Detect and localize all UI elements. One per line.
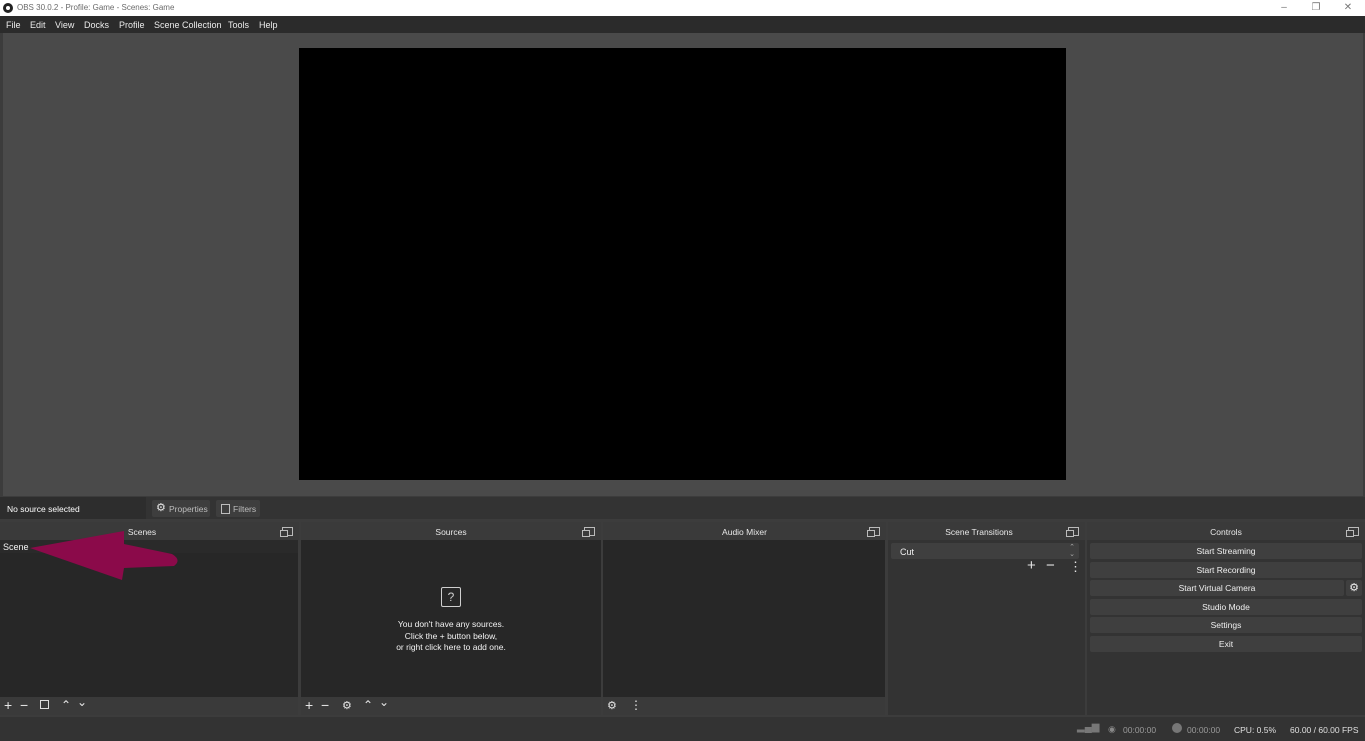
remove-icon[interactable]: − xyxy=(20,698,28,712)
sources-toolbar: + − ⚙ ⌃ ⌄ xyxy=(301,696,601,715)
annotation-arrow-icon xyxy=(30,531,178,580)
close-icon[interactable]: ✕ xyxy=(1341,1,1355,15)
undock-icon[interactable] xyxy=(582,527,595,537)
sources-list[interactable]: ? You don't have any sources. Click the … xyxy=(301,540,601,697)
virtual-camera-gear-icon[interactable]: ⚙ xyxy=(1346,580,1362,596)
title-bar: OBS 30.0.2 - Profile: Game - Scenes: Gam… xyxy=(0,0,1365,16)
add-icon[interactable]: + xyxy=(305,698,313,712)
menu-bar: File Edit View Docks Profile Scene Colle… xyxy=(0,16,1365,33)
scene-transitions-dock-header: Scene Transitions xyxy=(888,522,1085,540)
move-down-icon[interactable]: ⌄ xyxy=(379,696,389,708)
undock-icon[interactable] xyxy=(1346,527,1359,537)
audio-mixer-title: Audio Mixer xyxy=(722,527,767,537)
menu-docks[interactable]: Docks xyxy=(84,20,109,30)
properties-label: Properties xyxy=(169,504,208,514)
settings-button[interactable]: Settings xyxy=(1090,617,1362,633)
signal-bars-icon: ▂▄▆ xyxy=(1077,722,1100,733)
audio-mixer-toolbar: ⚙ ⋮ xyxy=(603,697,885,715)
undock-icon[interactable] xyxy=(280,527,293,537)
transition-properties-icon[interactable]: ⋮ xyxy=(1069,560,1082,573)
menu-file[interactable]: File xyxy=(6,20,21,30)
transition-value: Cut xyxy=(900,547,915,557)
minimize-icon[interactable]: – xyxy=(1277,1,1291,15)
scene-transitions-panel: Cut ⌃ ⌄ + − ⋮ xyxy=(888,540,1085,715)
scene-filters-icon[interactable] xyxy=(40,700,49,709)
no-source-label: No source selected xyxy=(7,504,80,514)
start-streaming-button[interactable]: Start Streaming xyxy=(1090,543,1362,559)
window-title: OBS 30.0.2 - Profile: Game - Scenes: Gam… xyxy=(17,3,175,12)
sources-title: Sources xyxy=(435,527,467,537)
remove-icon[interactable]: − xyxy=(1046,558,1055,573)
start-recording-button[interactable]: Start Recording xyxy=(1090,562,1362,578)
move-down-icon[interactable]: ⌄ xyxy=(77,696,87,708)
empty-line-2: Click the + button below, xyxy=(404,630,498,641)
undock-icon[interactable] xyxy=(1066,527,1079,537)
move-up-icon[interactable]: ⌃ xyxy=(363,699,373,711)
scene-transitions-title: Scene Transitions xyxy=(945,527,1013,537)
gear-icon: ⚙ xyxy=(156,502,166,514)
stream-time: 00:00:00 xyxy=(1123,725,1157,735)
source-status: No source selected xyxy=(0,497,146,519)
add-icon[interactable]: + xyxy=(4,698,12,712)
sources-empty-message: You don't have any sources. Click the + … xyxy=(301,619,601,654)
scene-item-label: Scene xyxy=(3,542,29,552)
empty-line-3: or right click here to add one. xyxy=(396,642,506,652)
cpu-usage: CPU: 0.5% xyxy=(1234,725,1277,735)
filters-label: Filters xyxy=(233,504,257,514)
gear-icon[interactable]: ⚙ xyxy=(342,700,352,712)
record-time: 00:00:00 xyxy=(1187,725,1221,735)
menu-help[interactable]: Help xyxy=(259,20,278,30)
filters-button[interactable]: Filters xyxy=(216,500,260,517)
audio-mixer-panel xyxy=(603,540,885,697)
more-options-icon[interactable]: ⋮ xyxy=(630,699,642,711)
menu-tools[interactable]: Tools xyxy=(228,20,249,30)
advanced-audio-gear-icon[interactable]: ⚙ xyxy=(607,700,617,712)
add-icon[interactable]: + xyxy=(1027,558,1036,573)
move-up-icon[interactable]: ⌃ xyxy=(61,699,71,711)
menu-scene-collection[interactable]: Scene Collection xyxy=(154,20,222,30)
stream-icon: ◉ xyxy=(1108,724,1116,734)
filter-icon xyxy=(221,504,230,514)
restore-icon[interactable]: ❐ xyxy=(1309,1,1323,15)
status-bar: ▂▄▆ ◉ 00:00:00 00:00:00 CPU: 0.5% 60.00 … xyxy=(0,717,1365,741)
menu-profile[interactable]: Profile xyxy=(119,20,145,30)
start-virtual-camera-button[interactable]: Start Virtual Camera xyxy=(1090,580,1344,596)
sources-dock-header: Sources xyxy=(301,522,601,540)
spin-arrows-icon: ⌃ ⌄ xyxy=(1069,544,1075,558)
remove-icon[interactable]: − xyxy=(321,698,329,712)
scenes-toolbar: + − ⌃ ⌄ xyxy=(0,696,298,715)
record-icon xyxy=(1172,723,1182,733)
controls-title: Controls xyxy=(1210,527,1242,537)
preview-canvas[interactable] xyxy=(299,48,1066,480)
controls-dock-header: Controls xyxy=(1087,522,1365,540)
obs-logo-icon xyxy=(3,3,13,13)
audio-mixer-dock-header: Audio Mixer xyxy=(603,522,886,540)
studio-mode-button[interactable]: Studio Mode xyxy=(1090,599,1362,615)
fps-readout: 60.00 / 60.00 FPS xyxy=(1290,725,1359,735)
help-icon: ? xyxy=(441,587,461,607)
properties-button[interactable]: ⚙ Properties xyxy=(152,500,210,517)
menu-edit[interactable]: Edit xyxy=(30,20,46,30)
empty-line-1: You don't have any sources. xyxy=(397,619,505,629)
menu-view[interactable]: View xyxy=(55,20,74,30)
exit-button[interactable]: Exit xyxy=(1090,636,1362,652)
